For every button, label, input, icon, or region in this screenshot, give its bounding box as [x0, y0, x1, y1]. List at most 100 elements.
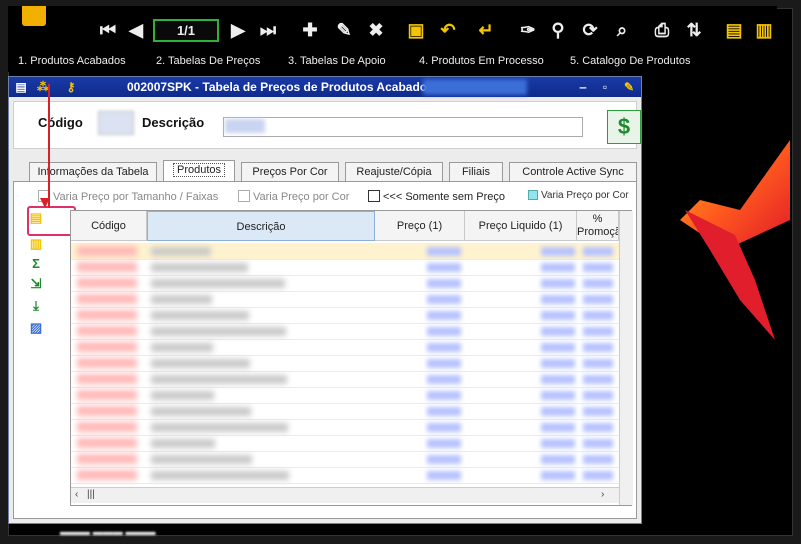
tab-precos-cor[interactable]: Preços Por Cor	[241, 162, 339, 182]
table-row[interactable]	[71, 243, 619, 260]
table-row[interactable]	[71, 403, 619, 420]
row-preco-liquido-blurred	[541, 407, 575, 416]
delete-icon[interactable]: ✖	[364, 18, 388, 42]
varia-tamanho-option[interactable]: Varia Preço por Tamanho / Faixas	[38, 190, 218, 203]
pencil-icon[interactable]: ✎	[621, 79, 637, 95]
scroll-thumb[interactable]: |||	[87, 489, 95, 500]
undo-icon[interactable]: ↶	[436, 18, 460, 42]
add-doc-icon[interactable]: ▤	[722, 18, 746, 42]
minimize-icon[interactable]: ‒	[575, 79, 591, 95]
row-preco-liquido-blurred	[541, 375, 575, 384]
tab-produtos[interactable]: Produtos	[163, 160, 235, 182]
table-row[interactable]	[71, 371, 619, 388]
col-promocao[interactable]: % Promoção	[577, 211, 619, 241]
sort-icon[interactable]: ⇅	[682, 18, 706, 42]
preview-icon[interactable]: ⌕	[610, 18, 634, 42]
row-preco-liquido-blurred	[541, 359, 575, 368]
row-preco-liquido-blurred	[541, 471, 575, 480]
cor-legend-swatch	[528, 190, 538, 200]
col-descricao[interactable]: Descrição	[147, 211, 375, 241]
last-row-icon[interactable]: ⤓	[28, 298, 44, 314]
app-logo	[22, 6, 46, 26]
somente-sem-preco-option[interactable]: <<< Somente sem Preço	[368, 190, 505, 203]
next-record-icon[interactable]: ▶	[226, 18, 250, 42]
table-row[interactable]	[71, 275, 619, 292]
title-blurred-text	[423, 79, 527, 95]
row-preco-blurred	[427, 311, 461, 320]
horizontal-scrollbar[interactable]: ‹ ||| ›	[71, 487, 619, 503]
row-descricao-blurred	[151, 423, 288, 432]
price-sheet-icon[interactable]: $	[607, 110, 641, 144]
sum-icon[interactable]: Σ	[28, 256, 44, 272]
tab-active-sync[interactable]: Controle Active Sync	[509, 162, 637, 182]
menu-produtos-acabados[interactable]: 1. Produtos Acabados	[18, 55, 126, 67]
record-pager[interactable]: 1/1	[153, 19, 219, 42]
somente-sem-preco-checkbox[interactable]	[368, 190, 380, 202]
table-row[interactable]	[71, 259, 619, 276]
brand-logo	[680, 140, 790, 340]
first-record-icon[interactable]: ⏮	[96, 18, 120, 42]
export-icon[interactable]: ⇲	[28, 276, 44, 292]
vertical-scrollbar[interactable]	[619, 211, 633, 505]
menu-produtos-processo[interactable]: 4. Produtos Em Processo	[419, 55, 544, 67]
search-icon[interactable]: ⚲	[546, 18, 570, 42]
row-promocao-blurred	[583, 439, 613, 448]
table-row[interactable]	[71, 307, 619, 324]
tab-filiais[interactable]: Filiais	[449, 162, 503, 182]
table-row[interactable]	[71, 467, 619, 484]
table-row[interactable]	[71, 339, 619, 356]
key-icon[interactable]: ⚷	[63, 79, 79, 95]
prev-record-icon[interactable]: ◀	[124, 18, 148, 42]
row-descricao-blurred	[151, 327, 286, 336]
row-descricao-blurred	[151, 439, 215, 448]
scroll-left-icon[interactable]: ‹	[75, 489, 78, 500]
main-toolbar: ⏮ ◀ 1/1 ▶ ⏭ ✚ ✎ ✖ ▣ ↶ ↵ ✑ ⚲ ⟳ ⌕ ⎙ ⇅ ▤ ▥	[8, 6, 777, 54]
table-row[interactable]	[71, 419, 619, 436]
row-promocao-blurred	[583, 471, 613, 480]
descricao-field[interactable]	[223, 117, 583, 137]
tab-reajuste[interactable]: Reajuste/Cópia	[345, 162, 443, 182]
maximize-icon[interactable]: ▫	[597, 79, 613, 95]
remove-doc-icon[interactable]: ▥	[752, 18, 776, 42]
menu-tabelas-apoio[interactable]: 3. Tabelas De Apoio	[288, 55, 386, 67]
row-codigo-blurred	[77, 374, 137, 384]
confirm-icon[interactable]: ↵	[474, 18, 498, 42]
add-icon[interactable]: ✚	[298, 18, 322, 42]
col-preco-liquido[interactable]: Preço Liquido (1)	[465, 211, 577, 241]
row-preco-blurred	[427, 439, 461, 448]
print-icon[interactable]: ⎙	[650, 18, 674, 42]
remove-row-icon[interactable]: ▥	[28, 236, 44, 252]
table-row[interactable]	[71, 355, 619, 372]
scroll-right-icon[interactable]: ›	[601, 489, 604, 500]
produtos-grid: Código Descrição Preço (1) Preço Liquido…	[70, 210, 633, 506]
descricao-label: Descrição	[142, 115, 205, 130]
table-row[interactable]	[71, 435, 619, 452]
menu-catalogo-produtos[interactable]: 5. Catalogo De Produtos	[570, 55, 690, 67]
table-row[interactable]	[71, 291, 619, 308]
table-row[interactable]	[71, 323, 619, 340]
varia-cor-checkbox[interactable]	[238, 190, 250, 202]
row-preco-blurred	[427, 375, 461, 384]
col-preco[interactable]: Preço (1)	[375, 211, 465, 241]
menu-icon[interactable]: ▤	[13, 79, 29, 95]
row-promocao-blurred	[583, 295, 613, 304]
menu-tabelas-precos[interactable]: 2. Tabelas De Preços	[156, 55, 260, 67]
row-codigo-blurred	[77, 262, 137, 272]
row-preco-liquido-blurred	[541, 247, 575, 256]
codigo-field[interactable]	[98, 111, 134, 135]
row-preco-liquido-blurred	[541, 423, 575, 432]
varia-cor-option[interactable]: Varia Preço por Cor	[238, 190, 349, 203]
row-codigo-blurred	[77, 406, 137, 416]
image-icon[interactable]: ▨	[28, 320, 44, 336]
row-codigo-blurred	[77, 294, 137, 304]
refresh-icon[interactable]: ⟳	[578, 18, 602, 42]
edit-icon[interactable]: ✎	[332, 18, 356, 42]
row-descricao-blurred	[151, 247, 211, 256]
table-row[interactable]	[71, 451, 619, 468]
col-codigo[interactable]: Código	[71, 211, 147, 241]
clear-icon[interactable]: ✑	[516, 18, 540, 42]
save-icon[interactable]: ▣	[404, 18, 428, 42]
last-record-icon[interactable]: ⏭	[256, 18, 280, 42]
window-title: 002007SPK - Tabela de Preços de Produtos…	[127, 80, 434, 94]
table-row[interactable]	[71, 387, 619, 404]
